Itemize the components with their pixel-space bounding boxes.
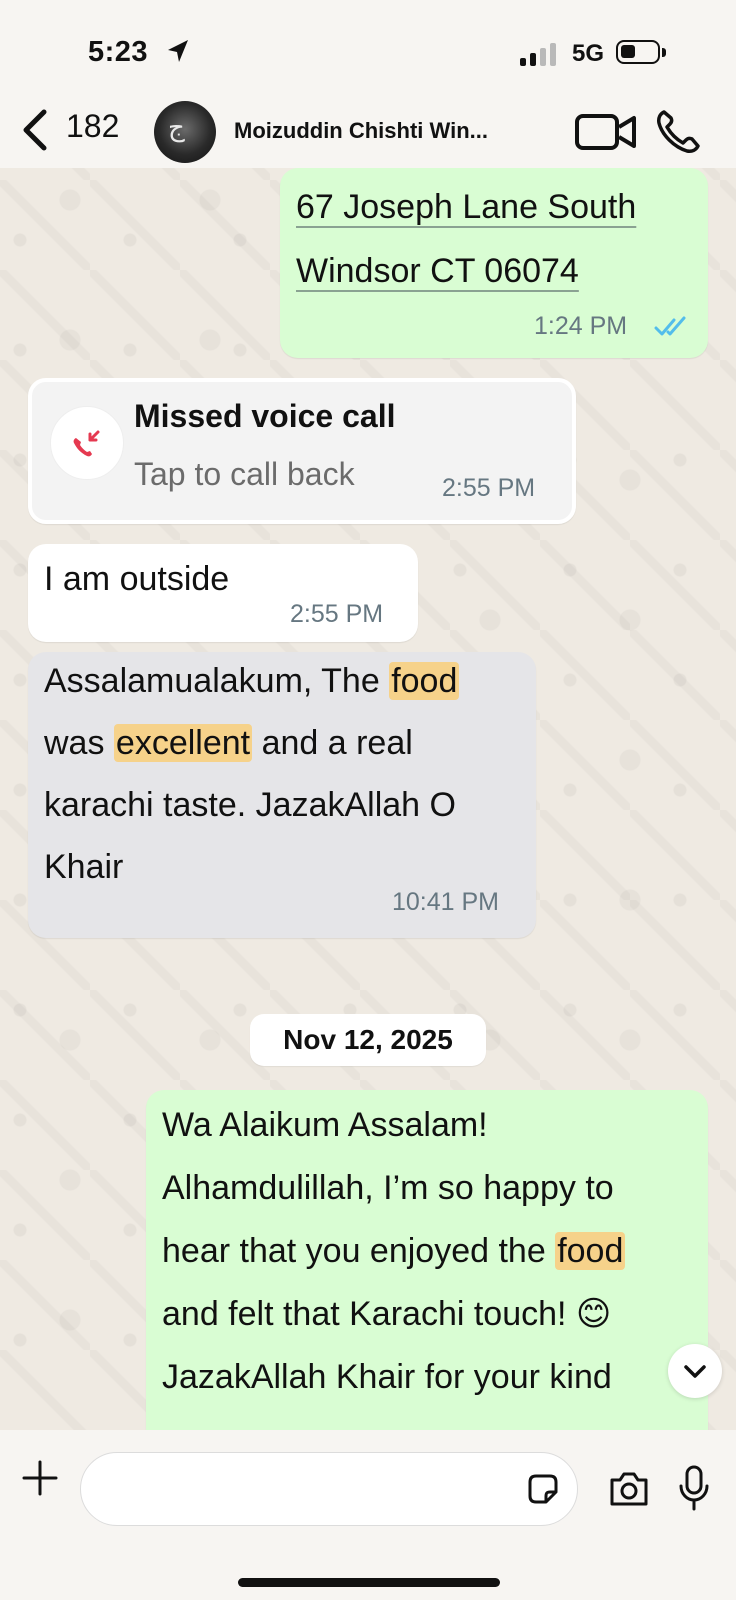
network-type: 5G [572,40,605,67]
phone-icon[interactable] [654,108,702,156]
back-unread-count[interactable]: 182 [66,108,119,145]
location-arrow-icon [168,40,188,62]
cellular-signal-icon [520,42,556,66]
home-indicator [238,1578,500,1587]
missed-call-title: Missed voice call [134,398,396,434]
contact-avatar[interactable]: ج [154,101,216,163]
plus-icon[interactable] [20,1458,60,1498]
scroll-to-bottom-button[interactable] [668,1344,722,1398]
message-time: 2:55 PM [442,474,536,502]
search-highlight: food [389,662,460,700]
search-highlight: food [555,1232,626,1270]
message-text-line[interactable]: Alhamdulillah, I’m so happy to [162,1157,614,1220]
message-text-line[interactable]: was excellent and a real [44,712,413,775]
message-text-line[interactable]: Assalamualakum, The food [44,650,460,713]
outgoing-message[interactable]: Wa Alaikum Assalam! Alhamdulillah, I’m s… [146,1090,708,1430]
outgoing-message[interactable]: 67 Joseph Lane South Windsor CT 06074 1:… [280,168,708,358]
status-time: 5:23 [88,36,149,68]
camera-icon[interactable] [608,1470,650,1508]
message-list[interactable]: 67 Joseph Lane South Windsor CT 06074 1:… [0,168,736,1430]
missed-call-message[interactable]: Missed voice call Tap to call back 2:55 … [28,378,576,524]
message-text-line[interactable]: Windsor CT 06074 [296,240,579,303]
message-time: 10:41 PM [392,888,500,916]
message-text-line[interactable]: Wa Alaikum Assalam! [162,1094,488,1157]
incoming-message[interactable]: I am outside 2:55 PM [28,544,418,642]
chevron-down-icon [684,1365,706,1378]
missed-call-subtitle[interactable]: Tap to call back [134,452,355,496]
message-text-line[interactable]: JazakAllah Khair for your kind [162,1346,612,1409]
missed-call-icon [73,430,100,457]
chevron-left-icon[interactable] [18,106,52,154]
contact-name[interactable]: Moizuddin Chishti Win... [234,118,488,144]
incoming-message[interactable]: Assalamualakum, The food was excellent a… [28,652,536,938]
search-highlight: excellent [113,724,253,762]
message-composer [0,1430,736,1600]
message-text-line[interactable]: and felt that Karachi touch! 😊 [162,1283,611,1346]
chat-header: 182 ج Moizuddin Chishti Win... [0,96,736,168]
sticker-icon[interactable] [526,1472,560,1506]
message-text-line[interactable]: karachi taste. JazakAllah O [44,774,456,837]
status-bar: 5:23 5G [0,0,736,96]
message-time: 1:24 PM [534,312,628,340]
message-time: 2:55 PM [290,600,384,628]
message-text[interactable]: I am outside [44,548,229,611]
message-text-line[interactable]: hear that you enjoyed the food [162,1220,626,1283]
battery-icon [616,40,666,64]
message-text-line[interactable]: 67 Joseph Lane South [296,176,636,239]
message-text-line[interactable]: Khair [44,836,123,899]
read-receipt-icon [654,316,686,336]
missed-call-icon-badge [50,406,124,480]
date-separator: Nov 12, 2025 [250,1014,486,1066]
video-camera-icon[interactable] [574,112,638,152]
message-input[interactable] [80,1452,578,1526]
microphone-icon[interactable] [678,1464,710,1512]
